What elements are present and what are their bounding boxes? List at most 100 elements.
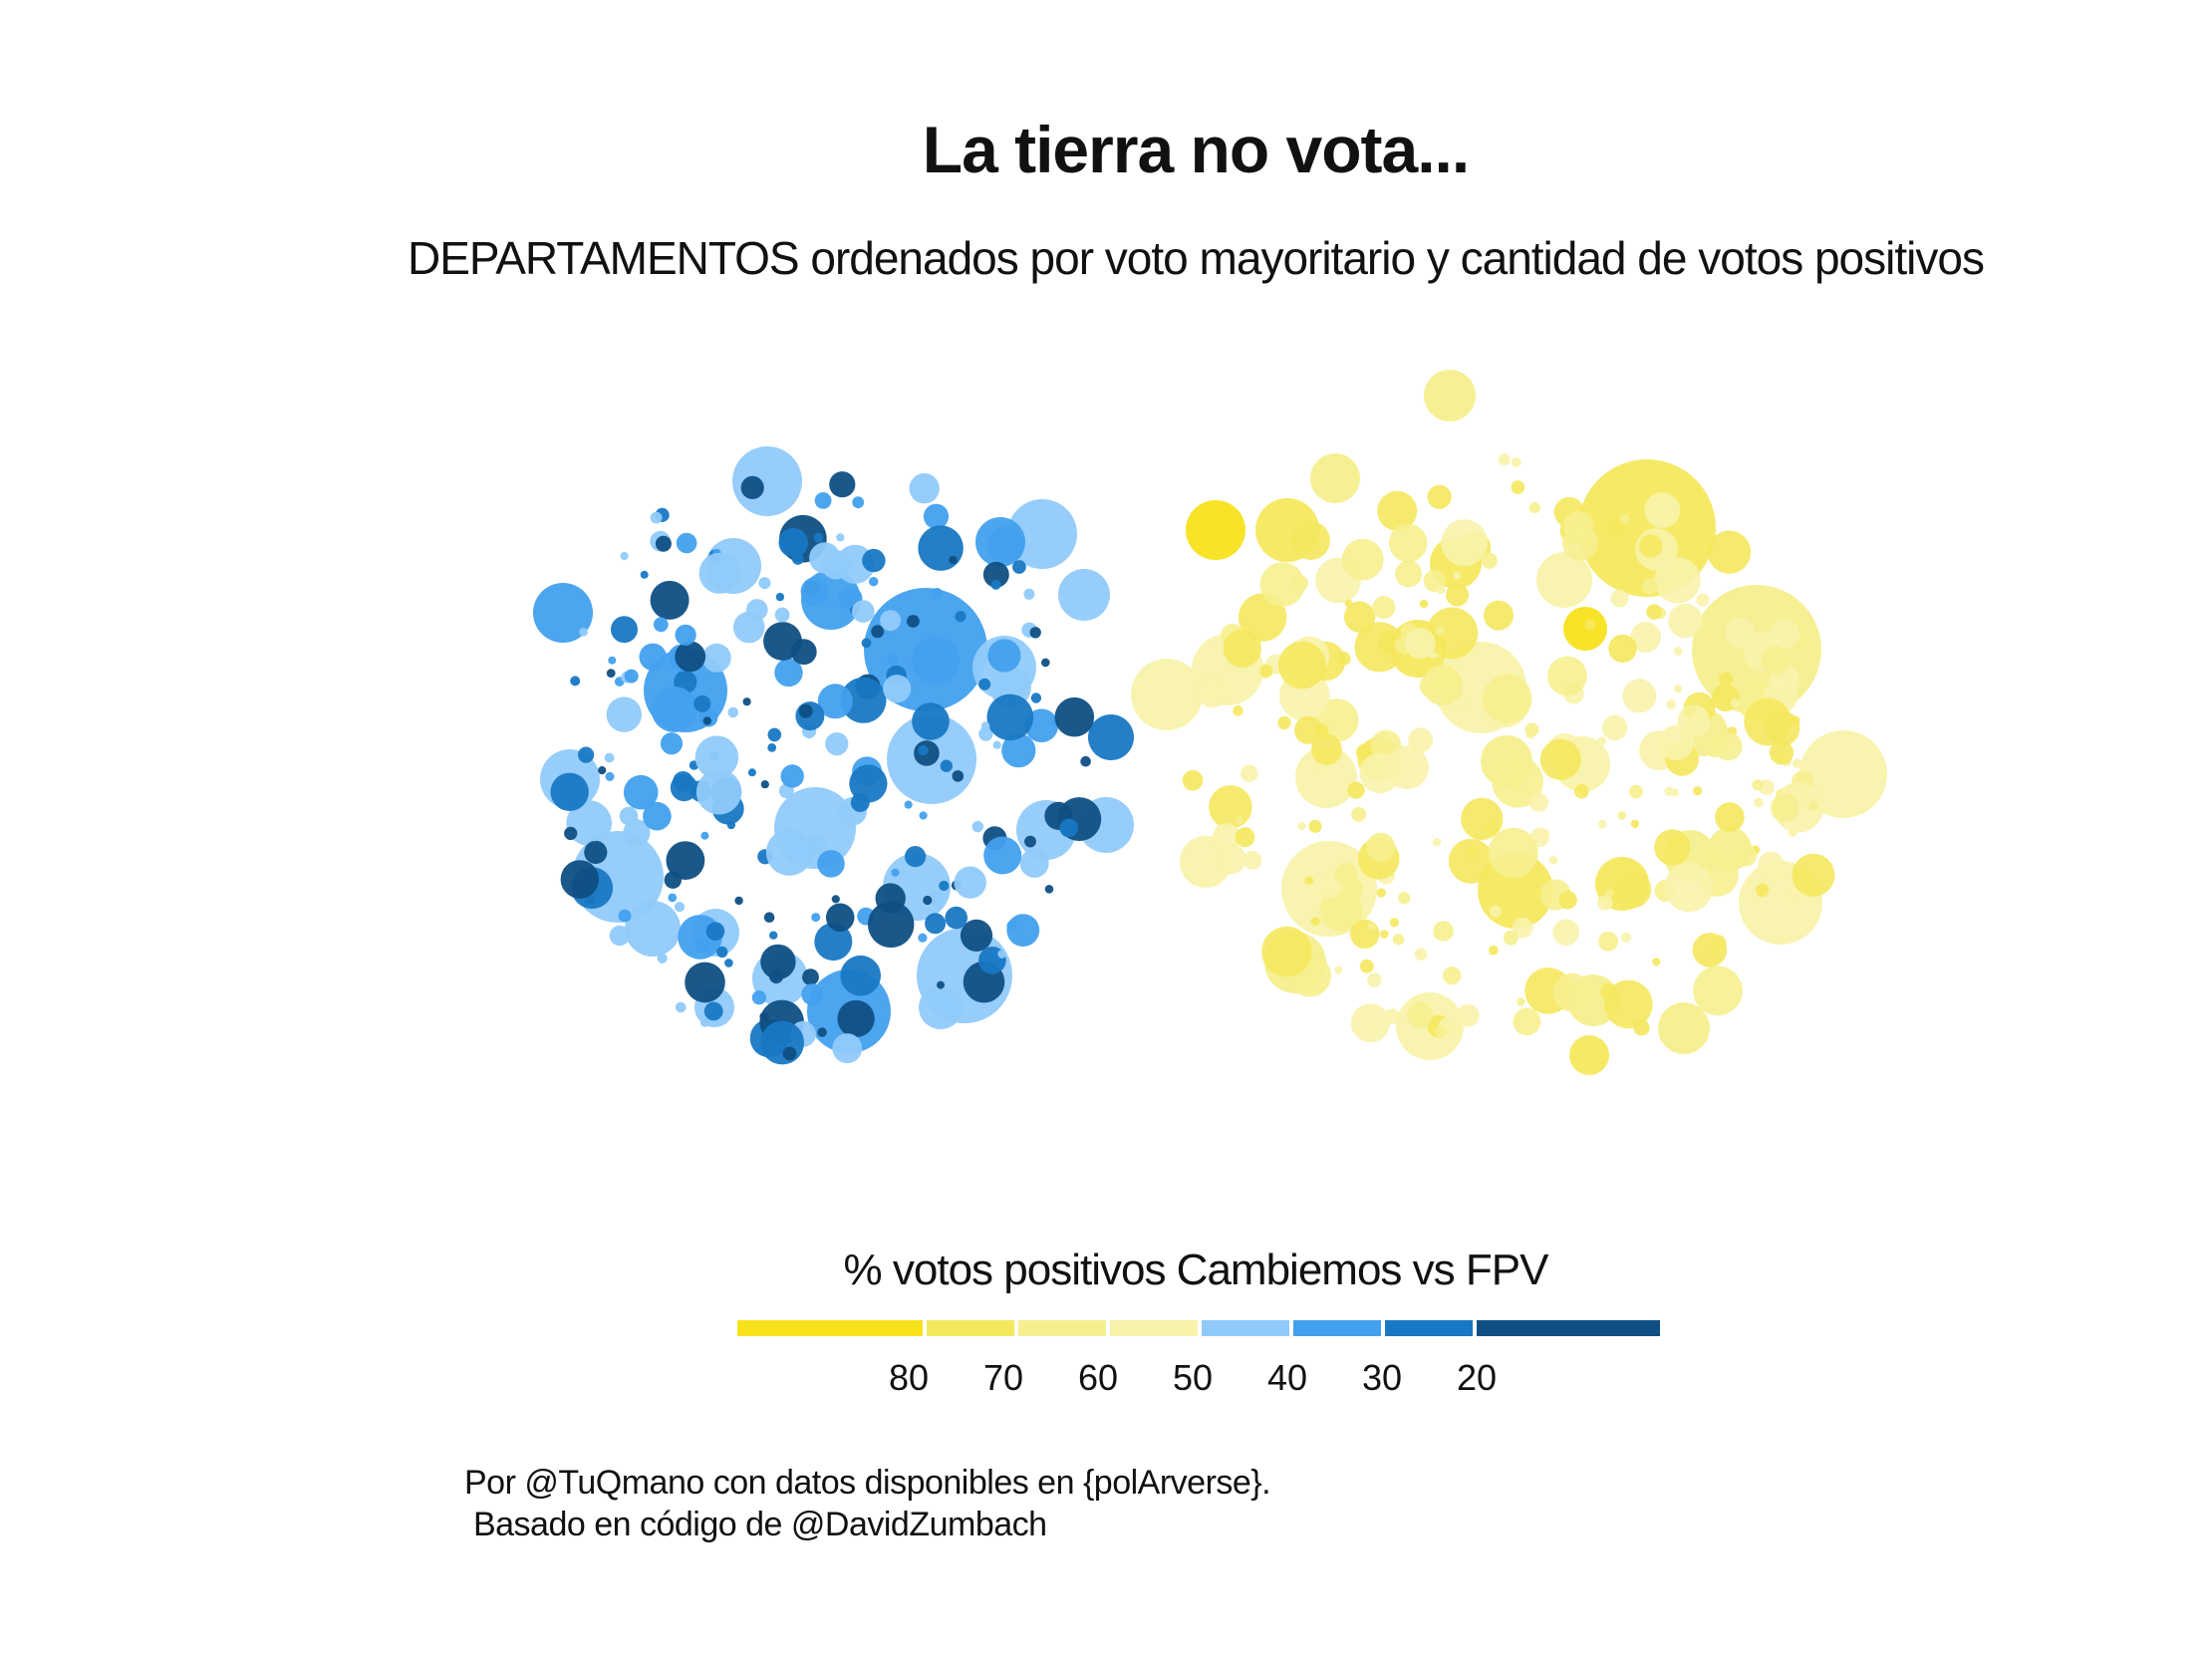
department-bubble <box>852 496 865 509</box>
department-bubble <box>1633 1019 1650 1036</box>
bubble-plot <box>533 370 1887 1075</box>
department-bubble <box>817 1027 827 1037</box>
department-bubble <box>769 968 784 984</box>
department-bubble <box>1481 552 1498 569</box>
department-bubble <box>1673 685 1683 693</box>
department-bubble <box>604 752 615 763</box>
department-bubble <box>1489 905 1502 918</box>
department-bubble <box>801 983 824 1005</box>
department-bubble <box>742 697 751 706</box>
department-bubble <box>849 764 888 803</box>
department-bubble <box>1731 698 1740 707</box>
department-bubble <box>1693 786 1703 796</box>
legend-color-bar <box>737 1320 1660 1336</box>
department-bubble <box>675 1001 687 1013</box>
department-bubble <box>674 902 686 913</box>
legend-title: % votos positivos Cambiemos vs FPV <box>843 1245 1549 1294</box>
department-bubble <box>909 473 940 504</box>
caption-line-1: Por @TuQmano con datos disponibles en {p… <box>464 1464 1271 1502</box>
department-bubble <box>1683 703 1696 716</box>
department-bubble <box>698 552 740 594</box>
department-bubble <box>1617 811 1627 820</box>
department-bubble <box>1692 933 1728 968</box>
department-bubble <box>918 745 929 756</box>
department-bubble <box>1658 724 1695 761</box>
department-bubble <box>817 850 845 878</box>
department-bubble <box>1314 764 1323 773</box>
legend-bin <box>1293 1320 1381 1336</box>
department-bubble <box>1673 647 1683 656</box>
department-bubble <box>1088 714 1134 760</box>
department-bubble <box>1197 678 1229 708</box>
department-bubble <box>1367 922 1377 931</box>
department-bubble <box>657 953 668 964</box>
department-bubble <box>767 743 777 752</box>
department-bubble <box>955 611 967 623</box>
legend-bin <box>1385 1320 1473 1336</box>
department-bubble <box>1711 684 1740 712</box>
legend-tick-label: 30 <box>1361 1357 1403 1398</box>
department-bubble <box>791 553 804 565</box>
department-bubble <box>668 893 678 903</box>
department-bubble <box>590 833 599 842</box>
department-bubble <box>1215 843 1246 875</box>
department-bubble <box>1456 1003 1480 1027</box>
department-bubble <box>1483 674 1532 724</box>
department-bubble <box>1404 628 1436 660</box>
department-bubble <box>1366 832 1396 862</box>
department-bubble <box>1029 627 1041 639</box>
department-bubble <box>814 492 832 509</box>
department-bubble <box>1426 607 1479 660</box>
department-bubble <box>727 706 738 718</box>
department-bubble <box>887 654 898 666</box>
department-bubble <box>880 610 902 632</box>
department-bubble <box>861 638 872 649</box>
department-bubble <box>1380 930 1389 939</box>
department-bubble <box>1209 785 1252 829</box>
department-bubble <box>701 643 731 673</box>
department-bubble <box>1558 891 1577 910</box>
department-bubble <box>1235 827 1255 848</box>
department-bubble <box>1511 480 1525 494</box>
department-bubble <box>1484 600 1514 631</box>
department-bubble <box>655 535 672 552</box>
department-bubble <box>952 770 965 782</box>
legend-tick-label: 80 <box>888 1357 930 1398</box>
department-bubble <box>767 727 782 742</box>
department-bubble <box>1620 932 1632 943</box>
department-bubble <box>732 611 765 644</box>
department-bubble <box>758 577 771 590</box>
department-bubble <box>1548 856 1558 865</box>
department-bubble <box>852 600 875 623</box>
department-bubble <box>1601 714 1628 741</box>
department-bubble <box>1528 792 1548 812</box>
department-bubble <box>1334 862 1358 886</box>
department-bubble <box>1398 892 1411 905</box>
department-bubble <box>1610 589 1629 608</box>
department-bubble <box>664 871 682 889</box>
department-bubble <box>1511 457 1521 468</box>
department-bubble <box>931 588 944 600</box>
department-bubble <box>1752 779 1764 791</box>
department-bubble <box>1654 829 1691 866</box>
department-bubble <box>1758 851 1785 878</box>
department-bubble <box>775 592 785 602</box>
caption-line-2: Basado en código de @DavidZumbach <box>464 1506 1047 1543</box>
department-bubble <box>1367 972 1382 987</box>
department-bubble <box>832 1033 863 1064</box>
department-bubble <box>1436 585 1446 595</box>
department-bubble <box>919 985 963 1029</box>
department-bubble <box>694 735 739 779</box>
caption: Por @TuQmano con datos disponibles en {p… <box>464 1462 1271 1545</box>
department-bubble <box>650 580 690 620</box>
department-bubble <box>1427 484 1452 509</box>
department-bubble <box>1435 1025 1447 1038</box>
department-bubble <box>949 555 958 565</box>
department-bubble <box>1334 966 1343 974</box>
department-bubble <box>1432 838 1442 847</box>
department-bubble <box>1771 619 1800 649</box>
department-bubble <box>640 570 649 579</box>
department-bubble <box>798 703 813 718</box>
department-bubble <box>564 826 578 841</box>
department-bubble <box>1461 797 1504 841</box>
